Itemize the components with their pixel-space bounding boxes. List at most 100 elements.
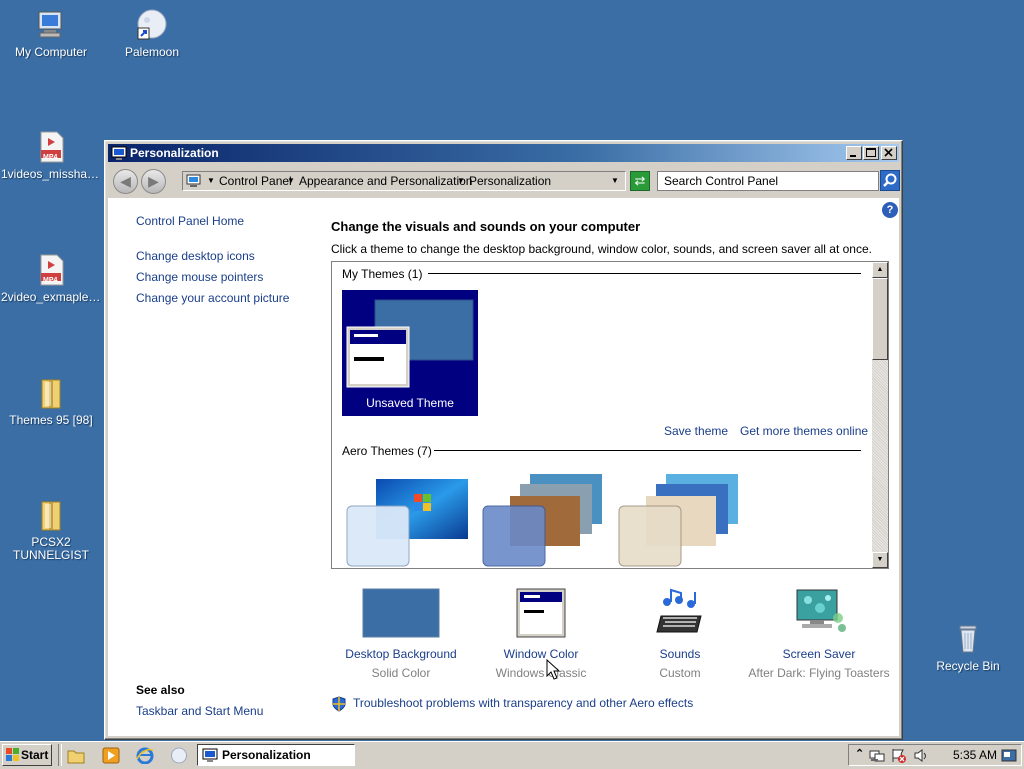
desktop-icon-label: PCSX2 TUNNELGIST [12,536,89,562]
desktop-background-value: Solid Color [371,666,431,680]
get-more-themes-link[interactable]: Get more themes online [740,424,868,438]
window-color-item[interactable]: Window Color Windows Classic [466,588,616,680]
palemoon-quicklaunch-icon[interactable] [170,747,188,764]
desktop-icon-palemoon[interactable]: Palemoon [102,8,202,59]
shield-icon [332,696,346,712]
group-divider [434,450,861,451]
mp4-badge: MP4 [43,277,58,284]
breadcrumb-control-panel[interactable]: Control Panel [219,174,292,188]
desktop-icon-video-1[interactable]: MP4 1videos_missha_p... [1,130,101,181]
screen-saver-item[interactable]: Screen Saver After Dark: Flying Toasters [744,588,894,680]
volume-icon[interactable] [913,748,929,763]
internet-explorer-quicklaunch-icon[interactable] [136,747,154,764]
scroll-down-button[interactable]: ▼ [872,552,888,568]
start-button[interactable]: Start [2,744,52,766]
recycle-bin-icon [951,622,985,656]
window-title: Personalization [130,146,219,160]
close-button[interactable] [881,146,897,160]
sounds-icon [641,588,719,638]
refresh-icon: ⇄ [634,173,646,188]
scroll-up-button[interactable]: ▲ [872,262,888,278]
theme-characters[interactable] [618,462,742,568]
search-box [657,171,880,191]
clock[interactable]: 5:35 AM [953,748,997,762]
desktop-icon-video-2[interactable]: MP4 2video_exmaple_... [1,253,101,304]
control-panel-icon [186,174,201,187]
taskbar-item-label: Personalization [222,748,311,762]
desktop-icon-my-computer[interactable]: My Computer [1,8,101,59]
desktop-icon-label: Recycle Bin [936,660,1000,673]
explorer-quicklaunch-icon[interactable] [67,747,85,764]
media-player-quicklaunch-icon[interactable] [102,747,120,764]
desktop-background-icon [362,588,440,638]
theme-windows-7[interactable] [346,474,470,568]
aero-themes-header: Aero Themes (7) [342,444,432,458]
screen-saver-label: Screen Saver [782,647,856,661]
search-button[interactable] [880,170,900,191]
mp4-badge: MP4 [43,154,58,161]
troubleshoot-link[interactable]: Troubleshoot problems with transparency … [353,696,693,710]
search-input[interactable] [658,172,880,190]
personalization-app-icon [111,145,127,161]
address-dropdown-icon[interactable]: ▼ [611,176,619,185]
content-area: ? Control Panel Home Change desktop icon… [108,198,899,736]
personalization-window: Personalization ◀ ▶ ▼ Control Panel ▼ Ap… [104,140,903,740]
tray-expand-icon[interactable]: ⌃ [855,747,864,760]
desktop-icon-label: Palemoon [124,46,180,59]
computer-icon [34,8,68,42]
forward-arrow-icon: ▶ [148,173,159,189]
theme-list-scrollbar[interactable]: ▲ ▼ [872,262,888,568]
breadcrumb-personalization[interactable]: Personalization [469,174,551,188]
title-bar[interactable]: Personalization [108,144,899,162]
mouse-cursor-icon [546,659,560,680]
theme-architecture[interactable] [482,462,606,568]
desktop-background-item[interactable]: Desktop Background Solid Color [326,588,476,680]
breadcrumb-arrow-icon[interactable]: ▼ [457,176,465,185]
folder-zip-icon [34,376,68,410]
taskbar-item-personalization[interactable]: Personalization [197,744,355,766]
scroll-down-icon: ▼ [876,556,884,563]
desktop-icon-themes-95[interactable]: Themes 95 [98] [1,376,101,427]
window-color-icon [502,588,580,638]
group-divider [428,273,861,274]
control-panel-home-link[interactable]: Control Panel Home [136,214,244,228]
desktop-icon-label: 2video_exmaple_... [1,291,101,304]
characters-theme-icon [618,474,738,567]
forward-button[interactable]: ▶ [141,169,166,194]
breadcrumb-arrow-icon[interactable]: ▼ [287,176,295,185]
change-account-picture-link[interactable]: Change your account picture [136,291,289,305]
window-color-value: Windows Classic [495,666,587,680]
taskbar-separator [58,744,62,766]
personalization-app-icon [202,748,218,762]
scroll-thumb[interactable] [872,278,888,360]
network-icon[interactable] [869,748,885,763]
desktop-icon-recycle-bin[interactable]: Recycle Bin [918,622,1018,673]
architecture-theme-icon [482,474,602,567]
change-desktop-icons-link[interactable]: Change desktop icons [136,249,255,263]
show-desktop-icon[interactable] [1001,748,1017,763]
minimize-button[interactable] [846,146,862,160]
taskbar: Start Personalization ⌃ 5:35 AM [0,741,1024,769]
change-mouse-pointers-link[interactable]: Change mouse pointers [136,270,263,284]
sounds-value: Custom [659,666,701,680]
theme-name: Unsaved Theme [366,396,454,410]
search-icon [883,173,897,187]
folder-zip-icon [34,498,68,532]
my-themes-header: My Themes (1) [342,267,423,281]
maximize-button[interactable] [863,146,879,160]
start-label: Start [21,748,49,762]
breadcrumb-appearance[interactable]: Appearance and Personalization [299,174,472,188]
back-button[interactable]: ◀ [113,169,138,194]
theme-unsaved[interactable]: Unsaved Theme [342,290,478,416]
address-bar[interactable]: ▼ Control Panel ▼ Appearance and Persona… [182,171,626,191]
taskbar-start-menu-link[interactable]: Taskbar and Start Menu [136,704,263,718]
windows-logo-icon [6,748,19,761]
help-icon[interactable]: ? [882,202,898,218]
desktop-icon-pcsx2[interactable]: PCSX2 TUNNELGIST [1,498,101,562]
action-center-icon[interactable] [891,748,907,763]
breadcrumb-arrow-icon[interactable]: ▼ [207,176,215,185]
save-theme-link[interactable]: Save theme [664,424,728,438]
maximize-icon [866,148,876,157]
sounds-item[interactable]: Sounds Custom [605,588,755,680]
refresh-button[interactable]: ⇄ [630,171,650,191]
